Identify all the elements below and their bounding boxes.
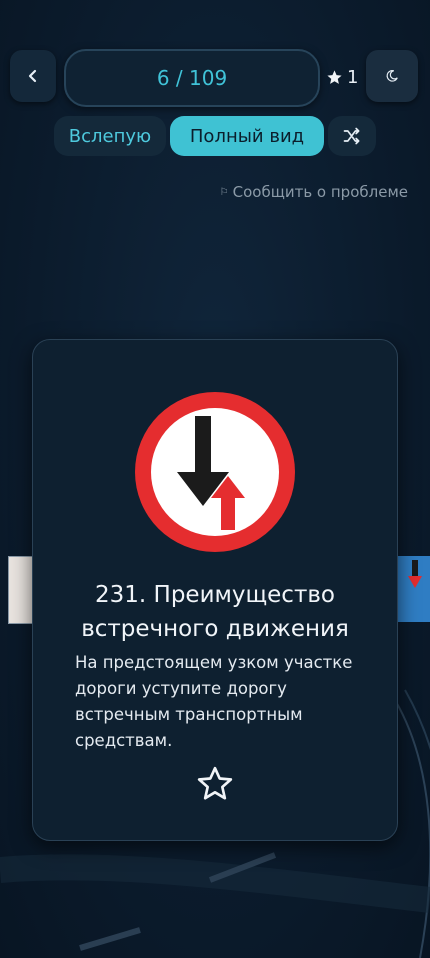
- favorites-count: 1: [347, 66, 359, 88]
- blind-mode-button[interactable]: Вслепую: [54, 116, 166, 156]
- star-filled-icon: [327, 69, 342, 84]
- sign-description: На предстоящем узком участке дороги усту…: [75, 653, 353, 750]
- shuffle-button[interactable]: [328, 116, 376, 156]
- arrow-down-icon: [408, 560, 422, 588]
- add-to-favorites-button[interactable]: [195, 764, 235, 804]
- counter-text: 6 / 109: [156, 66, 228, 90]
- sign-title: 231. Преимущество встречного движения: [81, 582, 349, 642]
- moon-icon: [386, 70, 398, 82]
- sign-card: 231. Преимущество встречного движения На…: [32, 339, 398, 841]
- shuffle-icon: [343, 127, 360, 145]
- report-label: Сообщить о проблеме: [232, 183, 408, 201]
- blind-mode-label: Вслепую: [68, 125, 152, 147]
- theme-toggle-button[interactable]: [366, 50, 418, 102]
- sign-image: [135, 392, 295, 552]
- full-view-label: Полный вид: [189, 125, 305, 147]
- favorites-counter[interactable]: 1: [326, 64, 358, 90]
- star-outline-icon: [197, 766, 233, 800]
- flag-icon: ⚐: [219, 186, 229, 198]
- back-button[interactable]: [10, 50, 56, 102]
- back-icon: [28, 69, 37, 83]
- next-card-peek[interactable]: [396, 556, 430, 622]
- full-view-button[interactable]: Полный вид: [170, 116, 324, 156]
- report-problem-link[interactable]: ⚐ Сообщить о проблеме: [220, 183, 408, 201]
- card-counter: 6 / 109: [64, 49, 320, 107]
